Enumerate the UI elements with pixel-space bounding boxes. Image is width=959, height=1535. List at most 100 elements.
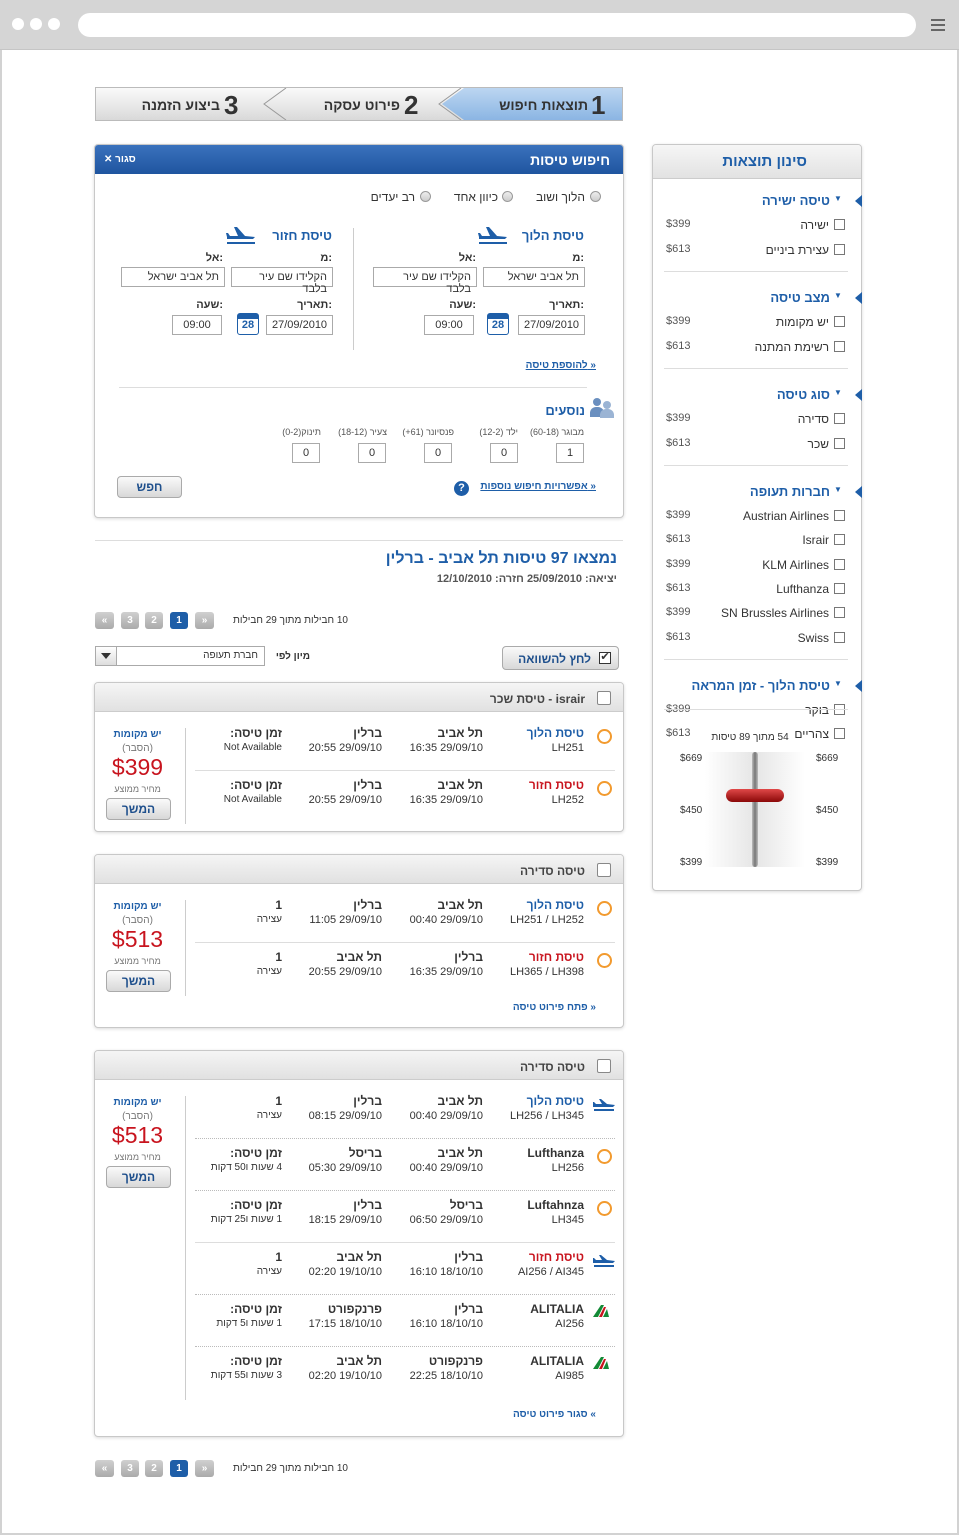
- flight-details-link[interactable]: « פתח פירוט טיסה: [470, 1002, 596, 1013]
- address-bar[interactable]: [78, 13, 916, 37]
- outbound-time-input[interactable]: 09:00: [424, 315, 474, 335]
- return-from-input[interactable]: הקלידו שם עיר בלבד: [231, 267, 333, 295]
- filter-checkbox[interactable]: [834, 607, 845, 619]
- filter-checkbox[interactable]: [834, 316, 845, 327]
- first-page-button[interactable]: «: [95, 612, 114, 629]
- flight-kind: Lufthanza: [527, 1146, 584, 1160]
- calendar-icon[interactable]: 28: [487, 313, 509, 335]
- duration-label: 1: [275, 898, 282, 912]
- filter-checkbox[interactable]: [834, 340, 845, 352]
- chevron-down-icon[interactable]: ▼: [834, 194, 842, 203]
- step-3-label[interactable]: ביצוע הזמנה: [125, 97, 220, 113]
- chevron-down-icon[interactable]: ▼: [834, 291, 842, 300]
- help-icon[interactable]: ?: [454, 481, 469, 496]
- filter-checkbox[interactable]: [834, 413, 845, 424]
- radio-one-way[interactable]: [502, 191, 513, 202]
- filter-checkbox[interactable]: [834, 510, 845, 521]
- step-2-label[interactable]: פירוט עסקה: [308, 97, 400, 113]
- explain-link[interactable]: (הסבר): [100, 743, 175, 754]
- page-button[interactable]: 3: [121, 612, 139, 629]
- flight-kind: טיסת הלוך: [526, 1094, 584, 1108]
- arrival-time: 08:15 29/09/10: [308, 1110, 382, 1122]
- filter-checkbox[interactable]: [834, 728, 845, 740]
- flight-details-link[interactable]: » סגור פירוט טיסה: [470, 1409, 596, 1420]
- add-flight-link[interactable]: « להוספת טיסה: [500, 360, 596, 371]
- outbound-from-input[interactable]: תל אביב ישראל: [483, 267, 585, 287]
- filter-checkbox[interactable]: [834, 219, 845, 230]
- return-to-input[interactable]: תל אביב ישראל: [121, 267, 225, 287]
- flight-code: LH251 / LH252: [510, 914, 584, 926]
- passenger-youth-input[interactable]: 0: [358, 443, 386, 463]
- filter-checkbox[interactable]: [834, 631, 845, 643]
- filter-checkbox[interactable]: [834, 534, 845, 546]
- continue-button[interactable]: המשך: [106, 1166, 171, 1188]
- filter-group-title[interactable]: סוג טיסה: [660, 387, 830, 402]
- explain-link[interactable]: (הסבר): [100, 915, 175, 926]
- price-slider[interactable]: [705, 752, 805, 867]
- passenger-child-input[interactable]: 0: [490, 443, 518, 463]
- divider: [664, 368, 848, 369]
- compare-checkbox[interactable]: ✔: [599, 652, 611, 664]
- filter-checkbox[interactable]: [834, 243, 845, 255]
- return-time-input[interactable]: 09:00: [172, 315, 222, 335]
- dotted-divider: [195, 1138, 615, 1139]
- filter-group-title[interactable]: מצב טיסה: [660, 290, 830, 305]
- page-button[interactable]: 1: [170, 1460, 188, 1477]
- page-button[interactable]: 3: [121, 1460, 139, 1477]
- page-button[interactable]: 2: [145, 1460, 163, 1477]
- filter-item-label: ישירה: [800, 218, 829, 232]
- radio-round-trip[interactable]: [590, 191, 601, 202]
- passenger-infant-input[interactable]: 0: [292, 443, 320, 463]
- passenger-senior-input[interactable]: 0: [424, 443, 452, 463]
- continue-button[interactable]: המשך: [106, 798, 171, 820]
- continue-button[interactable]: המשך: [106, 970, 171, 992]
- chevron-down-icon[interactable]: ▼: [834, 679, 842, 688]
- filter-checkbox[interactable]: [834, 558, 845, 570]
- return-time-label: שעה:: [196, 299, 223, 311]
- to-city: תל אביב: [336, 1250, 383, 1264]
- page-button[interactable]: 2: [145, 612, 163, 629]
- passenger-label: מבוגר (60-18): [529, 427, 584, 437]
- select-card-checkbox[interactable]: [597, 863, 611, 877]
- radio-multi-dest[interactable]: [420, 191, 431, 202]
- filter-item-price: $399: [666, 557, 691, 570]
- filter-checkbox[interactable]: [834, 582, 845, 594]
- first-page-button[interactable]: «: [95, 1460, 114, 1477]
- outbound-date-input[interactable]: 27/09/2010: [518, 315, 585, 335]
- label-round-trip: הלוך ושוב: [536, 190, 585, 204]
- select-card-checkbox[interactable]: [597, 691, 611, 705]
- next-page-button[interactable]: »: [195, 612, 214, 629]
- filter-group-title[interactable]: טיסת הלוך - זמן המראה: [660, 678, 830, 693]
- sort-select[interactable]: חברת תעופה: [95, 646, 265, 666]
- more-options-link[interactable]: « אפשרויות חיפוש נוספות: [470, 481, 596, 492]
- compare-button[interactable]: ✔ לחץ להשוואה: [502, 646, 619, 670]
- flight-code: AI985: [555, 1370, 584, 1382]
- price-value: $513: [111, 926, 164, 952]
- calendar-icon[interactable]: 28: [237, 313, 259, 335]
- return-date-input[interactable]: 27/09/2010: [266, 315, 333, 335]
- chevron-down-icon[interactable]: ▼: [834, 388, 842, 397]
- close-button[interactable]: ✕ סגור: [104, 154, 136, 165]
- passenger-adult-input[interactable]: 1: [556, 443, 584, 463]
- select-card-checkbox[interactable]: [597, 1059, 611, 1073]
- flight-code: AI256 / AI345: [517, 1266, 584, 1278]
- next-page-button[interactable]: »: [195, 1460, 214, 1477]
- sort-label: מיון לפי: [275, 651, 310, 662]
- explain-link[interactable]: (הסבר): [100, 1111, 175, 1122]
- outbound-to-input[interactable]: הקלידו שם עיר בלבד: [373, 267, 477, 295]
- menu-icon[interactable]: [931, 19, 945, 31]
- step-1-label[interactable]: תוצאות חיפוש: [492, 97, 588, 113]
- filter-checkbox[interactable]: [834, 437, 845, 449]
- search-panel-title: חיפוש טיסות: [530, 152, 610, 168]
- filter-group-title[interactable]: טיסה ישירה: [660, 193, 830, 208]
- lufthansa-icon: [597, 1149, 612, 1164]
- return-date-label: תאריך:: [297, 299, 332, 311]
- page-button[interactable]: 1: [170, 612, 188, 629]
- chevron-down-icon[interactable]: ▼: [834, 485, 842, 494]
- filter-group-title[interactable]: חברות תעופה: [660, 484, 830, 499]
- dotted-divider: [195, 1294, 615, 1295]
- filter-item-price: $613: [666, 581, 691, 594]
- search-button[interactable]: חפש: [117, 476, 182, 498]
- slider-handle[interactable]: [726, 789, 784, 802]
- filter-item-price: $613: [666, 339, 691, 352]
